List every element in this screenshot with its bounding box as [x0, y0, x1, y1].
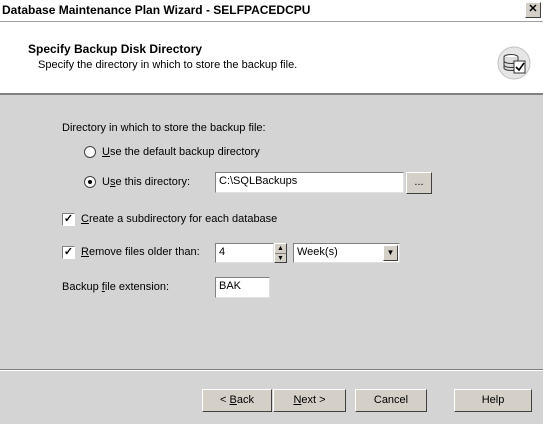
cancel-button[interactable]: Cancel: [355, 389, 427, 412]
remove-files-spinner[interactable]: ▲ ▼: [274, 243, 287, 263]
create-subdirectory-checkbox[interactable]: ✓: [62, 213, 75, 226]
page-title: Specify Backup Disk Directory: [28, 42, 203, 56]
wizard-window: Database Maintenance Plan Wizard - SELFP…: [0, 0, 543, 424]
window-title: Database Maintenance Plan Wizard - SELFP…: [2, 3, 311, 17]
remove-files-checkbox[interactable]: ✓: [62, 246, 75, 259]
browse-button[interactable]: ...: [406, 172, 432, 194]
extension-input[interactable]: BAK: [215, 277, 270, 298]
radio-use-this-directory[interactable]: [84, 176, 96, 188]
next-button[interactable]: Next >: [273, 389, 346, 412]
database-backup-icon: [497, 46, 531, 80]
directory-input[interactable]: C:\SQLBackups: [215, 172, 404, 193]
radio-default-directory[interactable]: [84, 146, 96, 158]
footer-divider: [0, 369, 543, 371]
help-button[interactable]: Help: [454, 389, 532, 412]
chevron-down-icon[interactable]: ▼: [383, 245, 398, 261]
spin-down-icon[interactable]: ▼: [275, 254, 286, 263]
close-button[interactable]: ✕: [525, 2, 541, 18]
back-button[interactable]: < Back: [202, 389, 272, 412]
radio-use-this-directory-label[interactable]: Use this directory:: [102, 176, 190, 188]
directory-group-label: Directory in which to store the backup f…: [62, 122, 266, 134]
remove-files-unit-value: Week(s): [297, 246, 338, 258]
create-subdirectory-label[interactable]: Create a subdirectory for each database: [81, 213, 277, 225]
remove-files-value-input[interactable]: 4: [215, 243, 274, 263]
page-subtitle: Specify the directory in which to store …: [38, 59, 298, 71]
remove-files-unit-select[interactable]: Week(s) ▼: [293, 243, 400, 263]
spin-up-icon[interactable]: ▲: [275, 244, 286, 254]
radio-default-directory-label[interactable]: Use the default backup directory: [102, 146, 260, 158]
close-icon: ✕: [528, 3, 538, 15]
remove-files-label[interactable]: Remove files older than:: [81, 246, 200, 258]
wizard-header: Specify Backup Disk Directory Specify th…: [0, 22, 543, 95]
title-bar[interactable]: Database Maintenance Plan Wizard - SELFP…: [0, 0, 543, 22]
extension-label: Backup file extension:: [62, 281, 170, 293]
